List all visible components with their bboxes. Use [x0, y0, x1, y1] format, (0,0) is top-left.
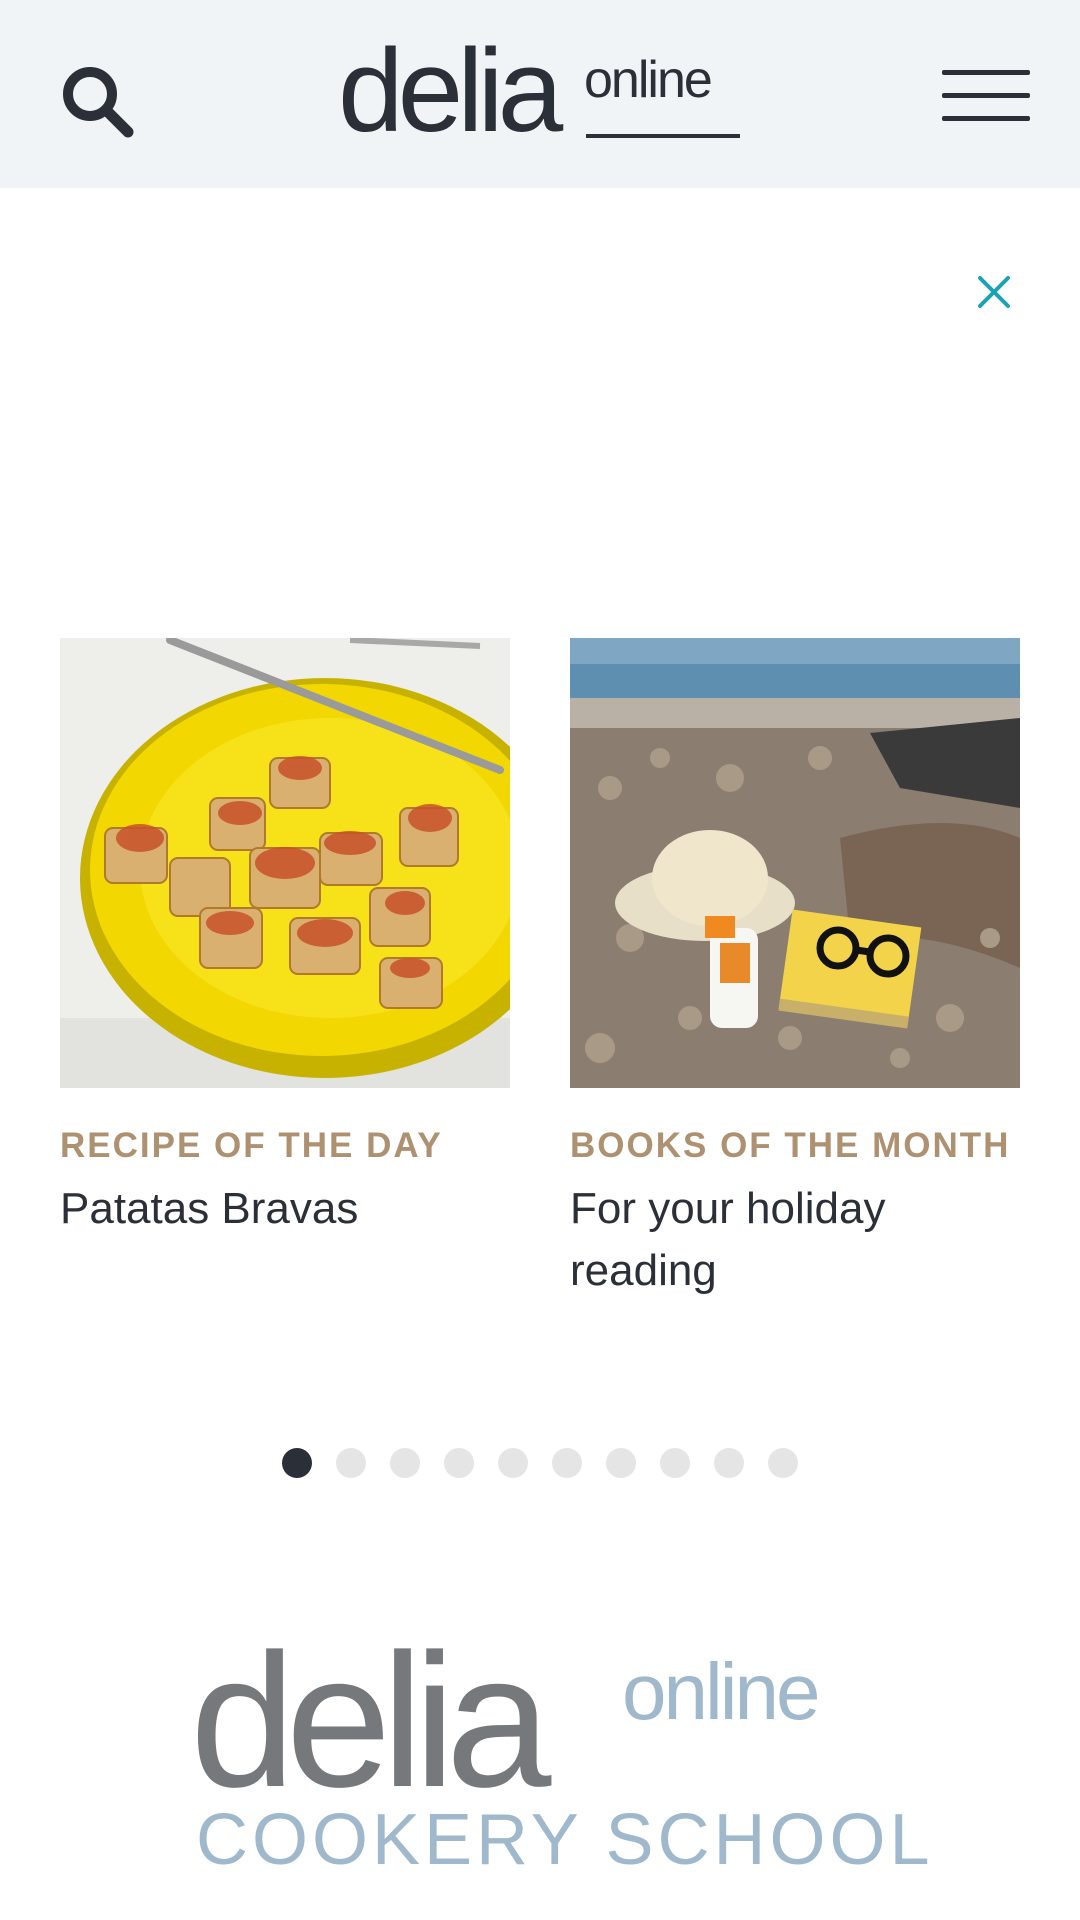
site-logo[interactable]: delia online	[338, 32, 748, 152]
search-button[interactable]	[58, 62, 138, 142]
cookery-logo-school: COOKERY SCHOOL	[196, 1800, 934, 1880]
logo-underline	[586, 134, 740, 138]
carousel-dot[interactable]	[336, 1448, 366, 1478]
carousel-dot[interactable]	[282, 1448, 312, 1478]
carousel-card[interactable]: RECIPE OF THE DAY Patatas Bravas	[60, 638, 510, 1240]
carousel-dot[interactable]	[714, 1448, 744, 1478]
close-icon	[978, 276, 1010, 308]
beach-hat-book-image	[570, 638, 1020, 1088]
carousel-dot[interactable]	[498, 1448, 528, 1478]
card-title[interactable]: Patatas Bravas	[60, 1178, 510, 1240]
cookery-school-logo[interactable]: delia online COOKERY SCHOOL	[190, 1615, 930, 1876]
logo-main-text: delia	[338, 25, 563, 157]
beach-hat-book-photo[interactable]	[570, 638, 1020, 1088]
patatas-bravas-image	[60, 638, 510, 1088]
carousel-dot[interactable]	[390, 1448, 420, 1478]
patatas-bravas-photo[interactable]	[60, 638, 510, 1088]
search-icon	[63, 67, 134, 138]
card-title[interactable]: For your holiday reading	[570, 1178, 1020, 1302]
carousel-dot[interactable]	[552, 1448, 582, 1478]
site-header: delia online	[0, 0, 1080, 188]
cookery-logo-sub: online	[622, 1647, 821, 1736]
card-kicker: RECIPE OF THE DAY	[60, 1126, 443, 1165]
carousel-card[interactable]: BOOKS OF THE MONTH For your holiday read…	[570, 638, 1020, 1302]
carousel-dot[interactable]	[660, 1448, 690, 1478]
menu-button[interactable]	[938, 66, 1034, 126]
ad-close-button[interactable]	[968, 266, 1020, 318]
carousel-dot[interactable]	[768, 1448, 798, 1478]
carousel-dot[interactable]	[606, 1448, 636, 1478]
logo-sub-text: online	[584, 51, 713, 109]
cookery-logo-main: delia	[190, 1615, 551, 1827]
carousel-dot[interactable]	[444, 1448, 474, 1478]
card-kicker: BOOKS OF THE MONTH	[570, 1126, 1011, 1165]
